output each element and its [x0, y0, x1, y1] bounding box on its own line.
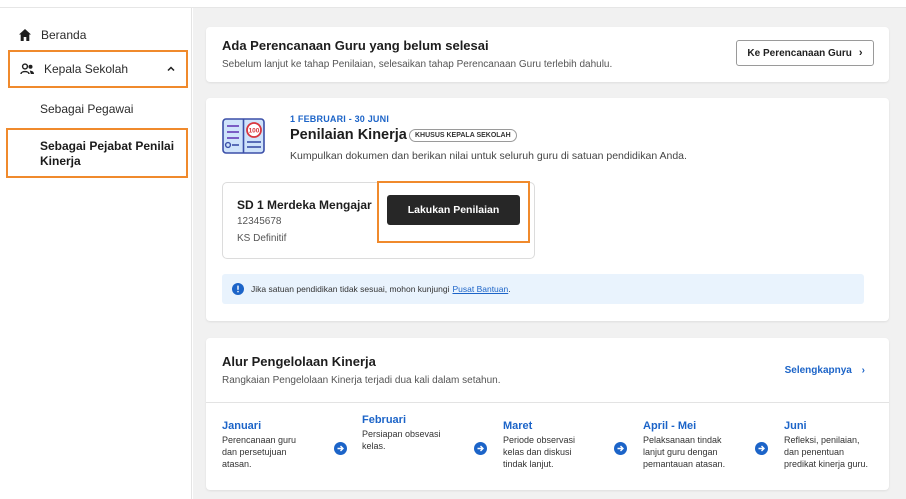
arrow-right-circle-icon — [334, 442, 347, 455]
alur-title: Alur Pengelolaan Kinerja — [222, 354, 376, 369]
step-line: Pelaksanaan tindak — [643, 435, 722, 445]
divider — [206, 402, 889, 403]
step-juni: Juni Refleksi, penilaian, dan penentuan … — [784, 420, 868, 470]
info-end: . — [508, 284, 511, 294]
step-line: Persiapan obsevasi — [362, 429, 441, 439]
sidebar: Beranda Kepala Sekolah Sebagai Pegawai S… — [0, 8, 192, 499]
step-month: April - Mei — [643, 420, 697, 432]
step-line: pemantauan atasan. — [643, 459, 726, 469]
step-line: dan penentuan — [784, 447, 845, 457]
main-content: Ada Perencanaan Guru yang belum selesai … — [193, 8, 906, 499]
alur-pengelolaan-card: Alur Pengelolaan Kinerja Rangkaian Penge… — [206, 338, 889, 490]
svg-text:100: 100 — [249, 128, 260, 135]
banner-subtitle: Sebelum lanjut ke tahap Penilaian, seles… — [222, 59, 613, 70]
users-icon — [20, 63, 34, 75]
step-line: Perencanaan guru — [222, 435, 297, 445]
step-month: Januari — [222, 420, 262, 432]
home-icon — [19, 29, 31, 41]
sidebar-subitem-sebagai-pegawai[interactable]: Sebagai Pegawai — [40, 102, 133, 116]
penilaian-kinerja-card: 100 1 FEBRUARI - 30 JUNI Penilaian Kiner… — [206, 98, 889, 321]
step-maret: Maret Periode observasi kelas dan diskus… — [503, 420, 575, 470]
step-februari: Februari Persiapan obsevasi kelas. — [362, 414, 441, 452]
pusat-bantuan-link[interactable]: Pusat Bantuan — [452, 284, 508, 294]
selengkapnya-link[interactable]: Selengkapnya › — [785, 365, 865, 376]
step-line: dan persetujuan — [222, 447, 287, 457]
school-card: SD 1 Merdeka Mengajar 12345678 KS Defini… — [222, 181, 535, 259]
button-label: Ke Perencanaan Guru — [747, 47, 852, 59]
ke-perencanaan-guru-button[interactable]: Ke Perencanaan Guru › — [736, 40, 874, 66]
step-month: Juni — [784, 420, 807, 432]
top-bar — [0, 0, 906, 8]
step-line: lanjut guru dengan — [643, 447, 718, 457]
arrow-right-circle-icon — [614, 442, 627, 455]
banner-title: Ada Perencanaan Guru yang belum selesai — [222, 38, 489, 53]
penilaian-title: Penilaian Kinerja — [290, 127, 407, 143]
highlight-frame: Lakukan Penilaian — [377, 181, 530, 243]
chevron-right-icon: › — [858, 47, 863, 59]
school-status: KS Definitif — [237, 233, 287, 244]
step-line: Periode observasi — [503, 435, 576, 445]
arrow-right-circle-icon — [474, 442, 487, 455]
khusus-badge: KHUSUS KEPALA SEKOLAH — [409, 129, 517, 142]
info-text: Jika satuan pendidikan tidak sesuai, moh… — [251, 284, 450, 294]
date-range: 1 FEBRUARI - 30 JUNI — [290, 114, 390, 124]
sidebar-item-beranda[interactable]: Beranda — [8, 24, 188, 46]
sidebar-item-label: Beranda — [41, 28, 87, 42]
lakukan-penilaian-button[interactable]: Lakukan Penilaian — [387, 195, 520, 225]
step-month: Maret — [503, 420, 533, 432]
school-name: SD 1 Merdeka Mengajar — [237, 198, 372, 212]
step-april-mei: April - Mei Pelaksanaan tindak lanjut gu… — [643, 420, 725, 470]
alur-subtitle: Rangkaian Pengelolaan Kinerja terjadi du… — [222, 375, 501, 386]
step-line: predikat kinerja guru. — [784, 459, 869, 469]
info-bar: Jika satuan pendidikan tidak sesuai, moh… — [222, 274, 864, 304]
step-line: tindak lanjut. — [503, 459, 554, 469]
link-label: Selengkapnya — [784, 365, 852, 376]
step-line: kelas. — [362, 441, 386, 451]
step-month: Februari — [362, 414, 407, 426]
school-code: 12345678 — [237, 216, 282, 227]
chevron-right-icon: › — [861, 365, 865, 376]
sidebar-item-label: Kepala Sekolah — [44, 62, 129, 76]
penilaian-description: Kumpulkan dokumen dan berikan nilai untu… — [290, 150, 687, 162]
book-score-icon: 100 — [222, 118, 265, 154]
chevron-up-icon[interactable] — [166, 64, 176, 74]
perencanaan-banner: Ada Perencanaan Guru yang belum selesai … — [206, 27, 889, 82]
step-januari: Januari Perencanaan guru dan persetujuan… — [222, 420, 296, 470]
sidebar-subitem-sebagai-pejabat-penilai[interactable]: Sebagai Pejabat Penilai Kinerja — [6, 128, 188, 178]
info-icon — [232, 283, 244, 295]
step-line: atasan. — [222, 459, 252, 469]
arrow-right-circle-icon — [755, 442, 768, 455]
step-line: Refleksi, penilaian, — [784, 435, 860, 445]
step-line: kelas dan diskusi — [503, 447, 572, 457]
sidebar-item-kepala-sekolah[interactable]: Kepala Sekolah — [8, 50, 188, 88]
